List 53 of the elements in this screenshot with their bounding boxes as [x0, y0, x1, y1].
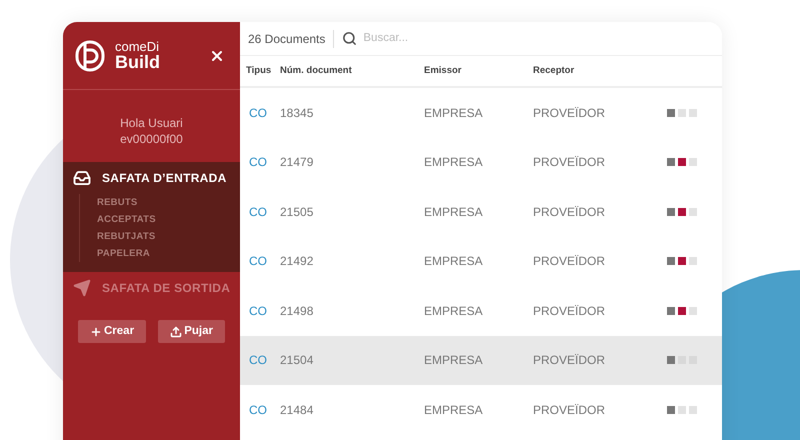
table-cell-text: CO	[248, 352, 268, 370]
nav-item[interactable]: SAFATA D’ENTRADA	[63, 162, 227, 194]
nav-subitem[interactable]: ACCEPTATS	[97, 211, 240, 228]
user-id-text: ev00000f00	[120, 131, 183, 147]
column-header: Tipus	[245, 64, 272, 78]
inbox-icon	[73, 169, 91, 187]
logo-text: comeDi	[115, 40, 160, 53]
table-cell-text: CO	[248, 154, 268, 172]
table-cell-text: 21492	[280, 253, 314, 270]
table-cell-text: 21504	[280, 352, 314, 370]
nav-subitem[interactable]: REBUTJATS	[97, 228, 240, 245]
table-cell-text: CO	[248, 104, 268, 122]
search-field[interactable]: Buscar...	[363, 30, 514, 48]
send-icon	[73, 279, 91, 297]
table-cell-text: 21479	[280, 154, 314, 172]
table-cell-text: PROVEÏDOR	[533, 104, 606, 122]
table-cell-text: EMPRESA	[424, 104, 484, 122]
table-cell-text: CO	[248, 402, 268, 419]
document-count: 26 Documents	[248, 30, 326, 48]
table-row[interactable]: CO 21504 EMPRESA PROVEÏDOR	[240, 336, 722, 385]
plus-icon	[90, 326, 102, 338]
column-header: Receptor	[533, 64, 576, 78]
upload-icon	[170, 326, 182, 338]
nav-subitem[interactable]: PAPELERA	[97, 245, 240, 262]
search-icon	[342, 31, 358, 46]
sidebar-button[interactable]: Pujar	[158, 320, 225, 343]
table-cell-text: CO	[248, 302, 268, 320]
table-cell-text: 18345	[280, 104, 314, 122]
table-cell-text: PROVEÏDOR	[533, 402, 606, 419]
table-cell-text: 21498	[280, 302, 314, 320]
sidebar-button[interactable]: Crear	[78, 320, 146, 343]
greeting-text: Hola Usuari	[120, 115, 183, 131]
column-header: Emissor	[424, 64, 462, 78]
table-cell-text: EMPRESA	[424, 204, 484, 221]
nav-subitem[interactable]: REBUTS	[97, 194, 240, 211]
column-header: Núm. document	[280, 64, 353, 78]
logo-icon	[75, 40, 105, 72]
table-cell-text: PROVEÏDOR	[533, 204, 606, 221]
table-cell-text: CO	[248, 253, 268, 270]
table-cell-text: CO	[248, 204, 268, 221]
table-cell-text: 21484	[280, 402, 314, 419]
table-cell-text: EMPRESA	[424, 402, 484, 419]
table-cell-text: PROVEÏDOR	[533, 302, 606, 320]
table-cell-text: EMPRESA	[424, 253, 484, 270]
table-cell-text: 21505	[280, 204, 314, 221]
table-cell-text: PROVEÏDOR	[533, 253, 606, 270]
table-cell-text: EMPRESA	[424, 352, 484, 370]
table-cell-text: EMPRESA	[424, 302, 484, 320]
logo-text: Build	[115, 53, 160, 71]
table-cell-text: PROVEÏDOR	[533, 154, 606, 172]
table-cell-text: EMPRESA	[424, 154, 484, 172]
table-cell-text: PROVEÏDOR	[533, 352, 606, 370]
nav-item[interactable]: SAFATA DE SORTIDA	[63, 272, 230, 304]
